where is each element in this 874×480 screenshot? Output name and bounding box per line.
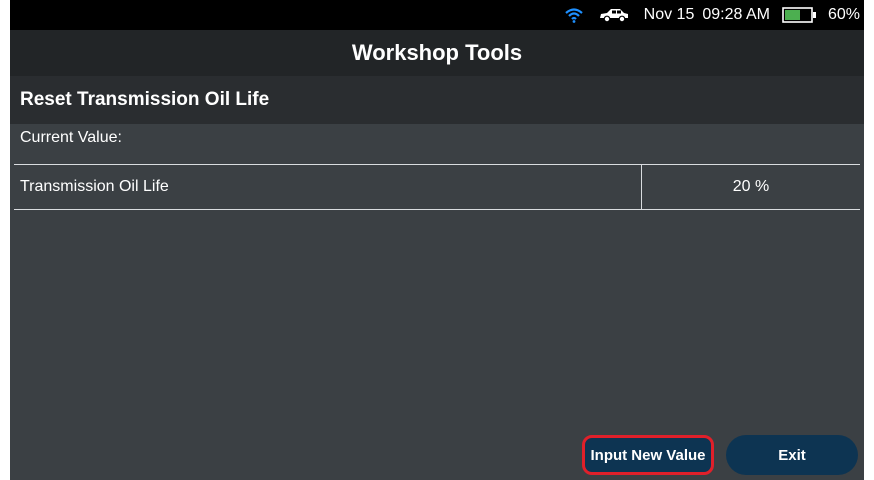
exit-button[interactable]: Exit [726, 435, 858, 475]
page-title: Workshop Tools [351, 40, 523, 65]
section-header: Reset Transmission Oil Life [10, 76, 864, 124]
section-title: Reset Transmission Oil Life [20, 89, 270, 110]
table-row: Transmission Oil Life 20 % [14, 164, 860, 210]
status-bar: Nov 15 09:28 AM 60% [10, 0, 864, 30]
battery-percent: 60% [827, 6, 860, 23]
car-icon [598, 7, 630, 23]
status-date: Nov 15 [643, 6, 695, 23]
input-new-value-button[interactable]: Input New Value [582, 435, 714, 475]
title-bar: Workshop Tools [10, 30, 864, 76]
battery-icon [782, 6, 818, 24]
parameter-name: Transmission Oil Life [14, 165, 642, 209]
wifi-icon [564, 7, 584, 23]
app-window: Nov 15 09:28 AM 60% Workshop Tools Reset… [10, 0, 864, 480]
current-value-label: Current Value: [20, 129, 122, 146]
status-time: 09:28 AM [702, 6, 770, 23]
parameter-value: 20 % [732, 178, 770, 195]
